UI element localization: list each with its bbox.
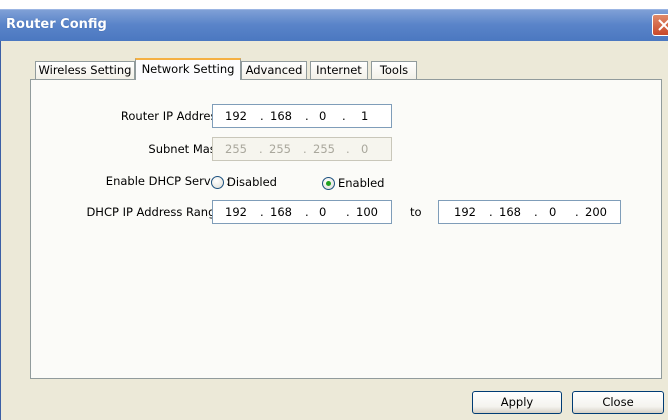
- range-start-octet-4: 100: [356, 205, 378, 219]
- tab-label: Tools: [379, 63, 409, 77]
- dhcp-enabled-label: Enabled: [338, 176, 385, 190]
- range-start-octet-2: 168: [270, 205, 292, 219]
- ip-separator: .: [305, 205, 309, 219]
- range-end-octet-4: 200: [585, 205, 607, 219]
- dhcp-range-label: DHCP IP Address Range :: [86, 205, 230, 219]
- subnet-mask-input: 255 . 255 . 255 . 0: [212, 137, 392, 161]
- ip-separator: .: [575, 205, 579, 219]
- subnet-octet-2: 255: [269, 142, 291, 156]
- tab-wireless-setting[interactable]: Wireless Setting: [35, 61, 135, 80]
- router-ip-input[interactable]: 192 . 168 . 0 . 1: [212, 104, 392, 128]
- range-end-octet-3: 0: [549, 205, 557, 219]
- apply-button[interactable]: Apply: [472, 391, 562, 414]
- ip-separator: .: [346, 142, 350, 156]
- radio-unchecked-icon: [211, 176, 224, 189]
- ip-separator: .: [342, 109, 346, 123]
- tab-label: Advanced: [245, 63, 303, 77]
- range-end-octet-2: 168: [499, 205, 521, 219]
- title-bar[interactable]: Router Config: [0, 9, 668, 42]
- router-ip-octet-4: 1: [361, 109, 369, 123]
- tab-internet[interactable]: Internet: [310, 61, 368, 80]
- subnet-octet-4: 0: [361, 142, 369, 156]
- range-end-octet-1: 192: [454, 205, 476, 219]
- window-close-button[interactable]: [652, 14, 668, 36]
- network-setting-panel: Router IP Address : 192 . 168 . 0 . 1 Su…: [30, 79, 662, 379]
- router-config-window: Router Config Wireless Setting Network S…: [0, 0, 668, 420]
- tab-label: Internet: [316, 63, 362, 77]
- router-ip-octet-1: 192: [225, 109, 247, 123]
- close-button[interactable]: Close: [572, 391, 664, 414]
- tab-label: Network Setting: [141, 62, 235, 76]
- subnet-octet-1: 255: [225, 142, 247, 156]
- ip-separator: .: [489, 205, 493, 219]
- range-to-label: to: [410, 205, 422, 219]
- dhcp-disabled-radio[interactable]: Disabled: [211, 175, 301, 191]
- tab-network-setting[interactable]: Network Setting: [135, 58, 241, 80]
- dhcp-disabled-label: Disabled: [227, 175, 277, 189]
- tab-tools[interactable]: Tools: [371, 61, 417, 80]
- apply-button-label: Apply: [500, 395, 534, 409]
- range-start-octet-1: 192: [225, 205, 247, 219]
- radio-checked-icon: [322, 177, 335, 190]
- range-start-octet-3: 0: [319, 205, 327, 219]
- ip-separator: .: [305, 109, 309, 123]
- ip-separator: .: [260, 109, 264, 123]
- ip-separator: .: [259, 142, 263, 156]
- router-ip-octet-2: 168: [270, 109, 292, 123]
- ip-separator: .: [346, 205, 350, 219]
- close-icon: [658, 19, 668, 31]
- dhcp-range-start-input[interactable]: 192 . 168 . 0 . 100: [212, 200, 392, 224]
- subnet-octet-3: 255: [313, 142, 335, 156]
- ip-separator: .: [534, 205, 538, 219]
- ip-separator: .: [260, 205, 264, 219]
- radio-selected-dot: [326, 181, 331, 186]
- close-button-label: Close: [602, 395, 634, 409]
- ip-separator: .: [303, 142, 307, 156]
- tab-advanced[interactable]: Advanced: [241, 61, 307, 80]
- tab-label: Wireless Setting: [38, 63, 132, 77]
- window-title: Router Config: [6, 17, 107, 32]
- dhcp-range-end-input[interactable]: 192 . 168 . 0 . 200: [438, 200, 621, 224]
- dhcp-enabled-radio[interactable]: Enabled: [322, 176, 412, 192]
- router-ip-octet-3: 0: [319, 109, 327, 123]
